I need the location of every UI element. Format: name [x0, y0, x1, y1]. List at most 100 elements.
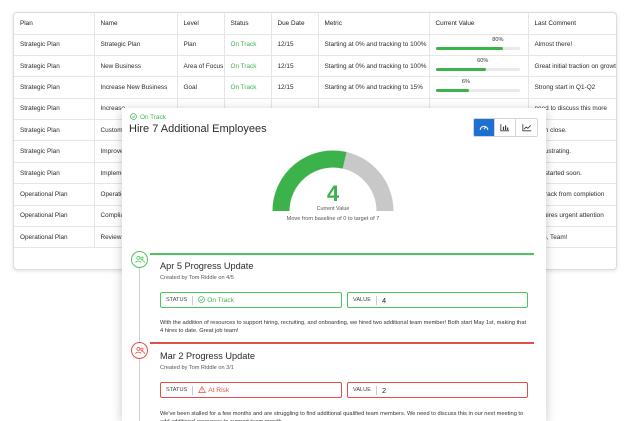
line-chart-icon: [521, 119, 532, 136]
column-header-name[interactable]: Name: [94, 13, 178, 35]
timeline-line: [139, 260, 140, 421]
current-value-cell: 80%: [429, 34, 529, 56]
due-date-cell: 12/15: [271, 76, 319, 99]
goal-status: On Track: [130, 113, 166, 122]
column-header-status[interactable]: Status: [224, 13, 272, 35]
progress-bar: [435, 67, 520, 71]
gauge-value: 4: [326, 181, 340, 206]
progress-update-card[interactable]: Mar 2 Progress Update Created by Tom Rid…: [150, 342, 534, 421]
field-divider: [192, 295, 194, 305]
metric-cell: Starting at 0% and tracking to 15%: [318, 76, 430, 99]
user-group-icon: [134, 251, 145, 269]
due-date-cell: 12/15: [271, 34, 319, 56]
bar-chart-view-button[interactable]: [495, 119, 516, 136]
update-value-field[interactable]: VALUE 4: [347, 292, 528, 308]
field-divider: [375, 295, 377, 305]
check-circle-icon: [198, 295, 206, 305]
goal-title: Hire 7 Additional Employees: [129, 123, 267, 135]
value-field-value: 4: [381, 295, 387, 305]
update-title: Apr 5 Progress Update: [160, 261, 254, 271]
progress-bar: [435, 89, 520, 93]
plan-cell: Strategic Plan: [14, 98, 95, 121]
status-cell: On Track: [224, 76, 272, 99]
table-row[interactable]: Strategic Plan New Business Area of Focus O…: [14, 55, 616, 78]
plan-cell: Operational Plan: [14, 226, 95, 249]
update-body: With the addition of resources to suppor…: [160, 320, 527, 334]
plan-cell: Operational Plan: [14, 205, 95, 228]
status-field-value: On Track: [198, 295, 234, 305]
field-divider: [375, 385, 377, 395]
goal-detail-panel: On Track Hire 7 Additional Employees 4 C…: [122, 108, 546, 421]
last-comment-cell: Almost there!: [528, 34, 616, 56]
plan-cell: Strategic Plan: [14, 119, 95, 142]
level-cell: Plan: [177, 34, 225, 56]
name-cell: Increase New Business: [94, 76, 178, 99]
value-field-value: 2: [381, 385, 387, 395]
chart-view-toggle: [473, 118, 538, 137]
status-field-text: On Track: [207, 296, 234, 304]
gauge-subtitle: Move from baseline of 0 to target of 7: [286, 216, 380, 222]
current-value-cell: 6%: [429, 76, 529, 99]
progress-bar-fill: [435, 89, 470, 93]
plan-cell: Strategic Plan: [14, 34, 95, 56]
column-header-level[interactable]: Level: [177, 13, 225, 35]
status-field-text: At Risk: [208, 386, 230, 394]
column-header-current-value[interactable]: Current Value: [429, 13, 529, 35]
column-header-due-date[interactable]: Due Date: [271, 13, 319, 35]
table-header-row: Plan Name Level Status Due Date Metric C…: [14, 13, 616, 35]
progress-bar-fill: [435, 46, 503, 50]
update-status-field[interactable]: STATUS At Risk: [160, 382, 342, 398]
name-cell: New Business: [94, 55, 178, 78]
warning-icon: [198, 385, 207, 395]
check-circle-icon: [130, 113, 137, 122]
gauge-icon: [479, 119, 489, 136]
status-field-label: STATUS: [166, 387, 188, 393]
column-header-last-comment[interactable]: Last Comment: [528, 13, 616, 35]
current-value-cell: 60%: [429, 55, 529, 78]
column-header-plan[interactable]: Plan: [14, 13, 95, 35]
progress-label: 60%: [477, 57, 489, 64]
user-group-icon: [134, 342, 145, 360]
plan-cell: Operational Plan: [14, 183, 95, 206]
metric-cell: Starting at 0% and tracking to 100%: [318, 34, 430, 56]
progress-bar: [435, 46, 520, 50]
bar-chart-icon: [500, 119, 510, 136]
line-chart-view-button[interactable]: [516, 119, 537, 136]
update-value-field[interactable]: VALUE 2: [347, 382, 528, 398]
status-field-label: STATUS: [166, 297, 188, 303]
status-cell: On Track: [224, 55, 272, 78]
table-row[interactable]: Strategic Plan Strategic Plan Plan On Track…: [14, 34, 616, 56]
value-field-label: VALUE: [353, 387, 371, 393]
progress-label: 80%: [492, 36, 504, 43]
value-field-label: VALUE: [353, 297, 371, 303]
update-author: Created by Tom Riddle on 3/1: [160, 365, 234, 371]
timeline-marker-mar2: [131, 342, 148, 359]
update-title: Mar 2 Progress Update: [160, 351, 255, 361]
update-author: Created by Tom Riddle on 4/5: [160, 275, 234, 281]
last-comment-cell: Strong start in Q1-Q2: [528, 76, 616, 99]
timeline-marker-apr5: [131, 251, 148, 268]
plan-cell: Strategic Plan: [14, 55, 95, 78]
status-field-value: At Risk: [198, 385, 230, 395]
plan-cell: Strategic Plan: [14, 162, 95, 185]
last-comment-cell: Great initial traction on growth: [528, 55, 616, 78]
due-date-cell: 12/15: [271, 55, 319, 78]
progress-update-card[interactable]: Apr 5 Progress Update Created by Tom Rid…: [150, 253, 534, 343]
field-divider: [192, 385, 194, 395]
column-header-metric[interactable]: Metric: [318, 13, 430, 35]
level-cell: Goal: [177, 76, 225, 99]
progress-label: 6%: [461, 79, 470, 86]
update-body: We've been stalled for a few months and …: [160, 411, 524, 421]
name-cell: Strategic Plan: [94, 34, 178, 56]
gauge-caption: Current Value: [316, 206, 350, 212]
plan-cell: Strategic Plan: [14, 76, 95, 99]
table-row[interactable]: Strategic Plan Increase New Business Goal O…: [14, 76, 616, 99]
level-cell: Area of Focus: [177, 55, 225, 78]
plan-cell: Strategic Plan: [14, 140, 95, 163]
metric-cell: Starting at 0% and tracking to 100%: [318, 55, 430, 78]
gauge-view-button[interactable]: [474, 119, 495, 136]
progress-bar-fill: [435, 67, 486, 71]
update-status-field[interactable]: STATUS On Track: [160, 292, 342, 308]
status-cell: On Track: [224, 34, 272, 56]
goal-status-label: On Track: [140, 114, 166, 121]
